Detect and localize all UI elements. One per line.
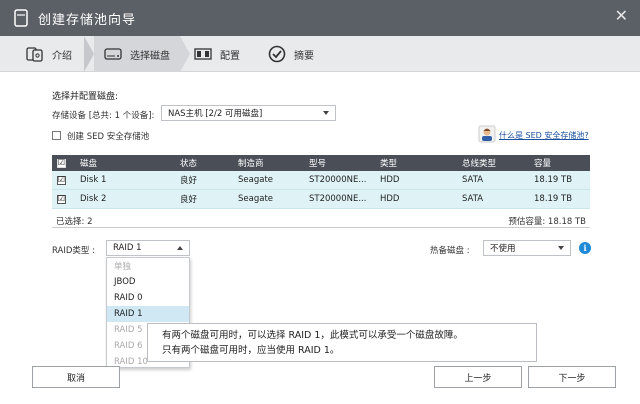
sed-help-link[interactable]: 什么是 SED 安全存储池?: [499, 130, 589, 141]
cell-status: 良好: [180, 176, 198, 186]
cell-status: 良好: [180, 195, 198, 205]
tooltip-line-2: 只有两个磁盘可用时，应当使用 RAID 1。: [162, 345, 340, 356]
next-button[interactable]: 下一步: [528, 366, 616, 388]
cell-bus: SATA: [462, 194, 484, 204]
cell-model: ST20000NE...: [309, 175, 367, 185]
chevron-up-icon: [177, 246, 183, 250]
close-icon[interactable]: ✕: [615, 6, 628, 25]
cell-vendor: Seagate: [238, 175, 274, 185]
cell-disk: Disk 2: [80, 194, 107, 204]
cell-vendor: Seagate: [238, 194, 274, 204]
step-select-disks: 选择磁盘: [94, 36, 180, 72]
col-disk: 磁盘: [80, 159, 98, 169]
step-separator: [84, 36, 94, 72]
storage-device-select[interactable]: NAS主机 [2/2 可用磁盘]: [161, 105, 336, 121]
cell-capacity: 18.19 TB: [534, 175, 573, 185]
wizard-steps: 介绍 选择磁盘 配置 摘要: [0, 36, 640, 72]
raid-type-select[interactable]: RAID 1: [106, 240, 190, 256]
drive-icon: [104, 48, 122, 60]
storage-pool-icon: [14, 9, 28, 27]
cell-capacity: 18.19 TB: [534, 194, 573, 204]
row-checkbox[interactable]: ☑: [57, 175, 66, 185]
raid-option-raid1[interactable]: RAID 1: [107, 306, 189, 322]
raid-option-jbod[interactable]: JBOD: [107, 274, 189, 290]
cell-type: HDD: [380, 194, 400, 204]
table-row[interactable]: ☑ Disk 2 良好 Seagate ST20000NE... HDD SAT…: [52, 190, 590, 209]
raid-option-single: 单独: [114, 262, 132, 272]
raid-type-value: RAID 1: [113, 243, 142, 253]
cell-disk: Disk 1: [80, 175, 107, 185]
step-label: 配置: [220, 50, 240, 62]
raid-tooltip: 有两个磁盘可用时，可以选择 RAID 1，此模式可以承受一个磁盘故障。 只有两个…: [147, 323, 537, 362]
select-all-checkbox[interactable]: ☑: [57, 158, 66, 168]
step-intro: 介绍: [26, 36, 72, 72]
storage-device-value: NAS主机 [2/2 可用磁盘]: [168, 109, 263, 119]
step-summary: 摘要: [268, 36, 314, 72]
raid-type-label: RAID类型 :: [52, 246, 95, 256]
step-label: 介绍: [52, 50, 72, 62]
hot-spare-select[interactable]: 不使用: [483, 240, 571, 256]
step-arrow: [180, 36, 190, 72]
col-capacity: 容量: [534, 159, 552, 169]
raid-config-icon: [194, 48, 212, 60]
check-circle-icon: [268, 45, 286, 63]
help-avatar-icon: [478, 125, 496, 143]
cell-bus: SATA: [462, 175, 484, 185]
cancel-button[interactable]: 取消: [32, 366, 120, 388]
sed-checkbox[interactable]: [52, 131, 61, 140]
selected-count: 已选择: 2: [56, 217, 93, 227]
disks-icon: [26, 47, 43, 62]
row-checkbox[interactable]: ☑: [57, 194, 66, 204]
cell-type: HDD: [380, 175, 400, 185]
disk-table: ☑ 磁盘 状态 制造商 型号 类型 总线类型 容量 ☑ Disk 1 良好 Se…: [52, 155, 590, 209]
col-status: 状态: [180, 159, 198, 169]
raid-option-raid0[interactable]: RAID 0: [107, 290, 189, 306]
section-title: 选择并配置磁盘:: [52, 92, 119, 102]
estimated-capacity: 预估容量: 18.18 TB: [508, 217, 586, 227]
hot-spare-label: 热备磁盘 :: [430, 246, 470, 256]
tooltip-line-1: 有两个磁盘可用时，可以选择 RAID 1，此模式可以承受一个磁盘故障。: [162, 330, 463, 341]
chevron-down-icon: [323, 111, 329, 115]
back-button[interactable]: 上一步: [434, 366, 522, 388]
step-label: 选择磁盘: [130, 50, 170, 62]
hot-spare-value: 不使用: [490, 244, 516, 254]
table-header: ☑ 磁盘 状态 制造商 型号 类型 总线类型 容量: [52, 155, 590, 171]
col-bus: 总线类型: [462, 159, 497, 169]
step-label: 摘要: [294, 50, 314, 62]
window-title: 创建存储池向导: [38, 12, 137, 28]
col-type: 类型: [380, 159, 398, 169]
col-model: 型号: [309, 159, 327, 169]
chevron-down-icon: [558, 246, 564, 250]
sed-checkbox-label: 创建 SED 安全存储池: [67, 132, 150, 142]
col-vendor: 制造商: [238, 159, 264, 169]
cell-model: ST20000NE...: [309, 194, 367, 204]
table-footer: 已选择: 2 预估容量: 18.18 TB: [52, 214, 590, 228]
table-row[interactable]: ☑ Disk 1 良好 Seagate ST20000NE... HDD SAT…: [52, 171, 590, 190]
step-configure: 配置: [194, 36, 240, 72]
info-icon[interactable]: i: [579, 242, 591, 254]
title-bar: 创建存储池向导 ✕: [0, 0, 640, 36]
storage-device-label: 存储设备 [总共: 1 个设备]:: [52, 111, 155, 121]
